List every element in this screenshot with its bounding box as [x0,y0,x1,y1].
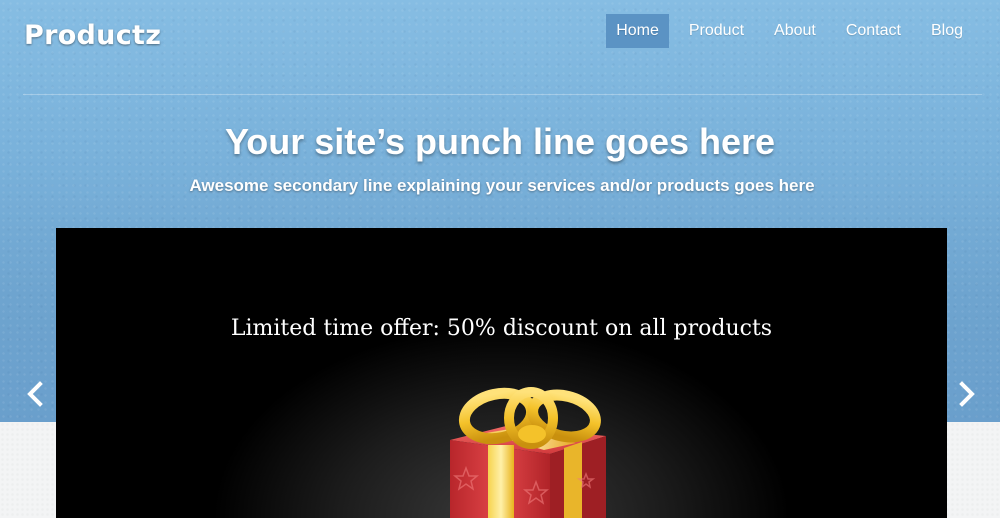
slider-prev-button[interactable] [24,380,48,408]
slider-next-button[interactable] [954,380,978,408]
nav-item-home[interactable]: Home [606,14,669,48]
hero-headline: Your site’s punch line goes here [224,121,776,162]
site-logo[interactable]: Productz [24,20,161,51]
hero-subline: Awesome secondary line explaining your s… [189,176,815,195]
chevron-left-icon [27,381,43,407]
slide-caption: Limited time offer: 50% discount on all … [230,316,773,341]
main-nav: Home Product About Contact Blog [596,14,973,48]
promo-slider[interactable]: Limited time offer: 50% discount on all … [56,228,947,518]
nav-item-blog[interactable]: Blog [921,14,973,48]
chevron-right-icon [959,381,975,407]
header-divider [23,94,982,95]
nav-item-about[interactable]: About [764,14,826,48]
nav-item-product[interactable]: Product [679,14,754,48]
gift-box-icon [450,387,606,518]
nav-item-contact[interactable]: Contact [836,14,911,48]
